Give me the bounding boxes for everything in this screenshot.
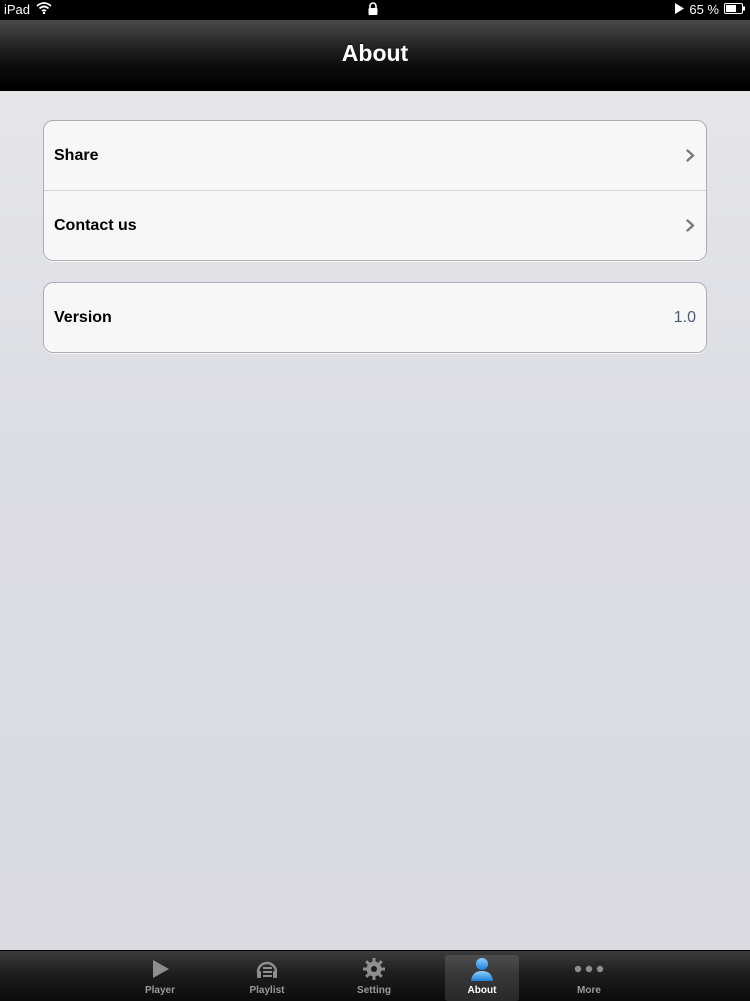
contact-us-row[interactable]: Contact us — [44, 190, 706, 260]
version-value: 1.0 — [673, 308, 696, 326]
lock-icon — [367, 2, 379, 19]
play-icon — [123, 955, 197, 983]
gear-icon — [337, 955, 411, 983]
person-icon — [445, 955, 519, 983]
page-title: About — [341, 40, 409, 66]
playlist-icon — [230, 955, 304, 983]
navigation-bar: About — [0, 20, 750, 91]
device-name: iPad — [4, 2, 31, 17]
tab-playlist[interactable]: Playlist — [230, 955, 304, 1001]
tab-more[interactable]: More — [552, 955, 626, 1001]
version-group: Version 1.0 — [43, 282, 707, 353]
contact-us-label: Contact us — [54, 216, 137, 234]
version-label: Version — [54, 308, 112, 326]
share-label: Share — [54, 146, 99, 164]
tab-about-label: About — [467, 985, 497, 996]
battery-percent: 65 % — [689, 2, 719, 17]
tab-setting-label: Setting — [357, 985, 391, 996]
version-row: Version 1.0 — [44, 283, 706, 352]
tab-setting[interactable]: Setting — [337, 955, 411, 1001]
links-group: Share Contact us — [43, 120, 707, 261]
tab-playlist-label: Playlist — [249, 985, 285, 996]
chevron-right-icon — [684, 149, 696, 163]
tab-more-label: More — [577, 985, 601, 996]
battery-icon — [724, 2, 746, 17]
wifi-icon — [36, 2, 52, 17]
status-left: iPad — [4, 2, 52, 17]
play-status-icon — [674, 2, 685, 17]
tab-player[interactable]: Player — [123, 955, 197, 1001]
more-icon — [552, 955, 626, 983]
status-bar: iPad 65 % — [0, 0, 750, 20]
tab-about[interactable]: About — [445, 955, 519, 1001]
tab-player-label: Player — [144, 985, 176, 996]
status-right: 65 % — [674, 2, 746, 17]
tab-bar: Player Playlist Setting About More — [0, 950, 750, 1001]
share-row[interactable]: Share — [44, 121, 706, 190]
chevron-right-icon — [684, 219, 696, 233]
